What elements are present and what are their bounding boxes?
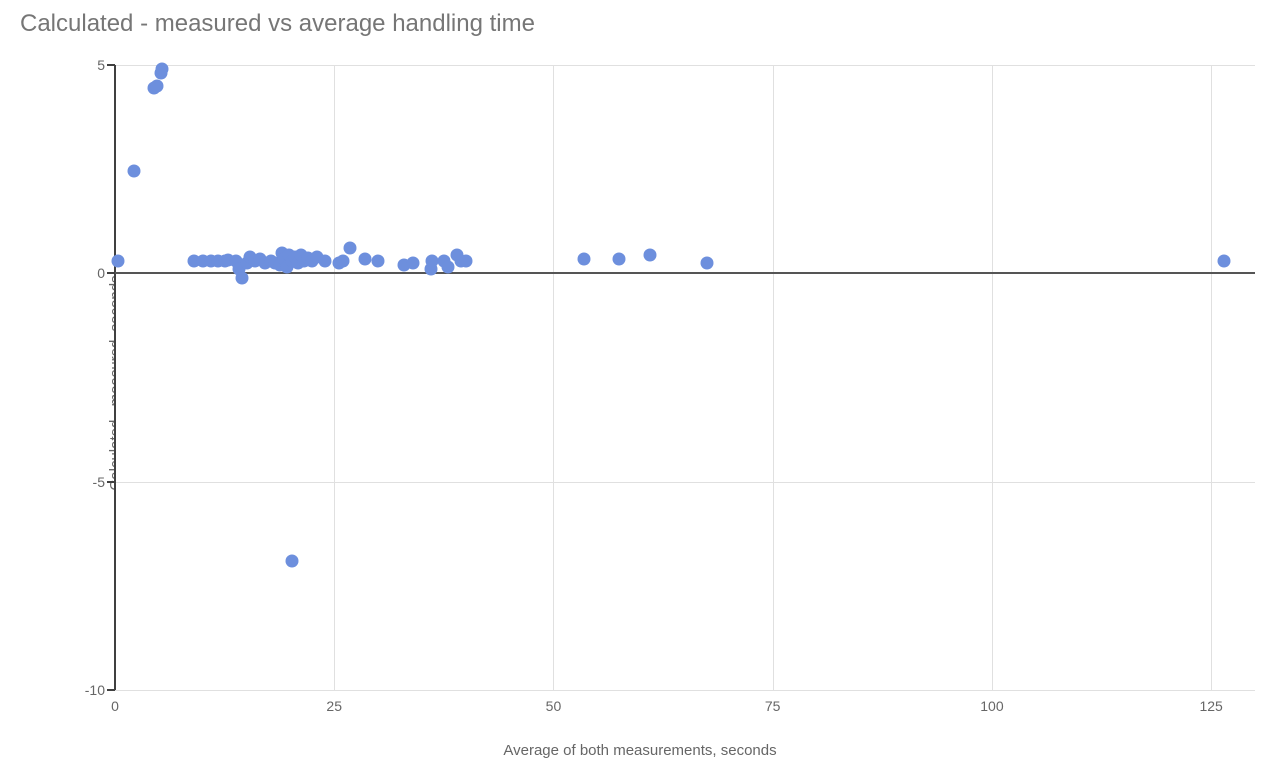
y-axis-line [114,65,116,690]
chart-title: Calculated - measured vs average handlin… [20,10,535,38]
data-point [643,248,656,261]
gridline-horizontal [115,65,1255,66]
gridline-vertical [334,65,335,690]
x-tick-label: 125 [1199,690,1222,714]
chart-container: Calculated - measured vs average handlin… [0,0,1280,765]
data-point [156,63,169,76]
x-tick-label: 50 [546,690,562,714]
data-point [111,254,124,267]
data-point [372,254,385,267]
data-point [459,254,472,267]
data-point [151,79,164,92]
data-point [613,252,626,265]
gridline-vertical [773,65,774,690]
x-tick-label: 75 [765,690,781,714]
data-point [319,254,332,267]
data-point [337,254,350,267]
x-axis-label: Average of both measurements, seconds [0,742,1280,759]
x-tick-label: 100 [980,690,1003,714]
data-point [236,271,249,284]
data-point [700,256,713,269]
data-point [578,252,591,265]
gridline-horizontal [115,690,1255,691]
gridline-vertical [1211,65,1212,690]
data-point [1218,254,1231,267]
data-point [128,165,141,178]
data-point [407,256,420,269]
gridline-vertical [992,65,993,690]
data-point [344,242,357,255]
data-point [286,554,299,567]
gridline-horizontal [115,482,1255,483]
data-point [358,252,371,265]
gridline-vertical [553,65,554,690]
x-tick-label: 25 [326,690,342,714]
data-point [442,261,455,274]
plot-area: 0255075100125-10-505 [115,65,1255,690]
